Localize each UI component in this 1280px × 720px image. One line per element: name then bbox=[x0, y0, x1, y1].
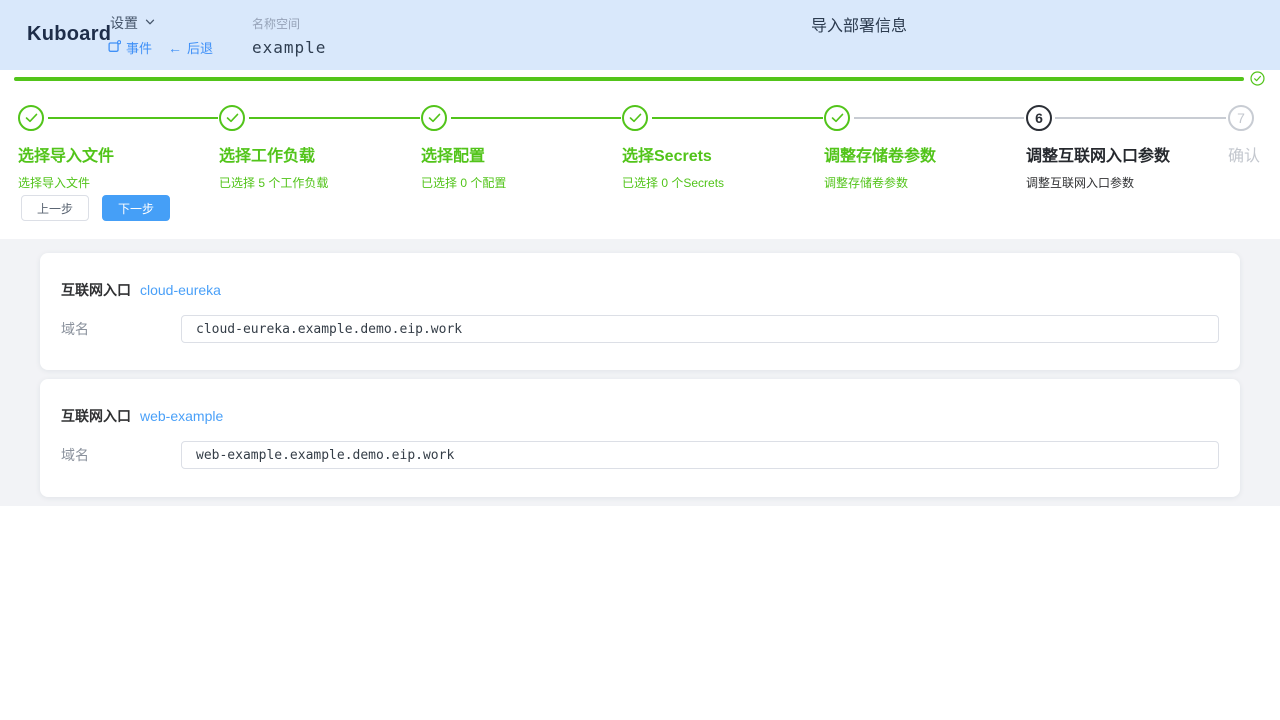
ingress-cards-section: 互联网入口 cloud-eureka 域名 互联网入口 web-example … bbox=[0, 239, 1280, 506]
domain-label: 域名 bbox=[61, 445, 181, 465]
wizard-actions: 上一步 下一步 bbox=[21, 195, 170, 221]
step-title: 选择配置 bbox=[421, 142, 619, 166]
wizard-stepper: 选择导入文件 选择导入文件 选择工作负载 已选择 5 个工作负载 选择配置 已选… bbox=[0, 105, 1280, 185]
ingress-card-web-example: 互联网入口 web-example 域名 bbox=[40, 379, 1240, 497]
step-number: 7 bbox=[1228, 105, 1254, 131]
namespace-box: 名称空间 example bbox=[252, 15, 326, 57]
settings-menu[interactable]: 设置 bbox=[110, 13, 156, 33]
step-check-icon bbox=[824, 105, 850, 131]
domain-field-row: 域名 bbox=[61, 441, 1219, 469]
step-check-icon bbox=[421, 105, 447, 131]
step-5-volumes: 调整存储卷参数 调整存储卷参数 bbox=[824, 105, 1022, 191]
domain-input-web-example[interactable] bbox=[181, 441, 1219, 469]
previous-step-button[interactable]: 上一步 bbox=[21, 195, 89, 221]
step-check-icon bbox=[18, 105, 44, 131]
step-title: 调整互联网入口参数 bbox=[1026, 142, 1224, 166]
back-arrow-icon: ← bbox=[168, 41, 182, 55]
step-title: 选择工作负载 bbox=[219, 142, 417, 166]
card-title-row: 互联网入口 web-example bbox=[61, 406, 1219, 426]
ingress-name-link[interactable]: web-example bbox=[140, 408, 223, 424]
step-subtitle: 已选择 5 个工作负载 bbox=[219, 174, 417, 191]
step-6-ingress: 6 调整互联网入口参数 调整互联网入口参数 bbox=[1026, 105, 1224, 191]
events-label: 事件 bbox=[126, 38, 152, 57]
step-title: 确认 bbox=[1228, 142, 1280, 166]
external-window-icon bbox=[108, 40, 121, 56]
step-4-secrets: 选择Secrets 已选择 0 个Secrets bbox=[622, 105, 820, 191]
page-title: 导入部署信息 bbox=[811, 12, 907, 36]
next-step-button[interactable]: 下一步 bbox=[102, 195, 170, 221]
step-subtitle: 调整互联网入口参数 bbox=[1026, 174, 1224, 191]
progress-bar bbox=[14, 77, 1244, 81]
namespace-value: example bbox=[252, 38, 326, 57]
header-links: 事件 ← 后退 bbox=[108, 38, 213, 57]
step-title: 选择Secrets bbox=[622, 142, 820, 166]
step-check-icon bbox=[622, 105, 648, 131]
step-number: 6 bbox=[1026, 105, 1052, 131]
step-1-import-file: 选择导入文件 选择导入文件 bbox=[18, 105, 216, 191]
ingress-card-cloud-eureka: 互联网入口 cloud-eureka 域名 bbox=[40, 253, 1240, 370]
domain-input-cloud-eureka[interactable] bbox=[181, 315, 1219, 343]
step-subtitle: 已选择 0 个配置 bbox=[421, 174, 619, 191]
domain-field-row: 域名 bbox=[61, 315, 1219, 343]
brand-logo[interactable]: Kuboard bbox=[27, 23, 111, 46]
chevron-down-icon bbox=[144, 15, 156, 31]
step-check-icon bbox=[219, 105, 245, 131]
back-label: 后退 bbox=[187, 38, 213, 57]
card-title-row: 互联网入口 cloud-eureka bbox=[61, 280, 1219, 300]
step-2-workloads: 选择工作负载 已选择 5 个工作负载 bbox=[219, 105, 417, 191]
back-link[interactable]: ← 后退 bbox=[168, 38, 213, 57]
step-subtitle: 已选择 0 个Secrets bbox=[622, 174, 820, 191]
step-3-configs: 选择配置 已选择 0 个配置 bbox=[421, 105, 619, 191]
events-link[interactable]: 事件 bbox=[108, 38, 152, 57]
ingress-title-label: 互联网入口 bbox=[61, 280, 131, 300]
app-header: Kuboard 设置 事件 ← 后退 名称空间 example 导入部署信息 bbox=[0, 0, 1280, 70]
ingress-name-link[interactable]: cloud-eureka bbox=[140, 282, 221, 298]
domain-label: 域名 bbox=[61, 319, 181, 339]
step-subtitle: 选择导入文件 bbox=[18, 174, 216, 191]
progress-complete-check-icon bbox=[1250, 71, 1265, 86]
step-7-confirm: 7 确认 bbox=[1228, 105, 1280, 166]
namespace-label: 名称空间 bbox=[252, 15, 326, 32]
settings-label: 设置 bbox=[110, 13, 138, 33]
ingress-title-label: 互联网入口 bbox=[61, 406, 131, 426]
step-subtitle: 调整存储卷参数 bbox=[824, 174, 1022, 191]
step-title: 调整存储卷参数 bbox=[824, 142, 1022, 166]
step-title: 选择导入文件 bbox=[18, 142, 216, 166]
